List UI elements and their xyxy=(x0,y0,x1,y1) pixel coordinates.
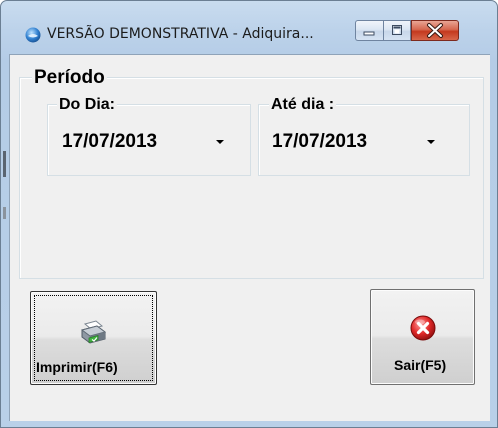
edge-mark xyxy=(3,207,6,219)
from-date-picker[interactable]: 17/07/2013 xyxy=(55,124,232,158)
app-window: VERSÃO DEMONSTRATIVA - Adiquira... Perío… xyxy=(0,0,498,428)
to-date-picker[interactable]: 17/07/2013 xyxy=(265,124,443,158)
dropdown-arrow-icon[interactable] xyxy=(427,140,435,144)
exit-button-label: Sair(F5) xyxy=(394,357,447,373)
periodo-label: Período xyxy=(32,67,107,88)
edge-mark xyxy=(3,151,6,177)
print-button-label: Imprimir(F6) xyxy=(36,359,118,375)
title-bar[interactable]: VERSÃO DEMONSTRATIVA - Adiquira... xyxy=(1,1,497,53)
print-button[interactable]: Imprimir(F6) xyxy=(30,291,157,385)
maximize-button[interactable] xyxy=(383,20,411,41)
window-title: VERSÃO DEMONSTRATIVA - Adiquira... xyxy=(47,26,314,42)
minimize-button[interactable] xyxy=(355,20,383,41)
to-date-label: Até dia : xyxy=(269,96,337,113)
close-icon xyxy=(427,23,443,38)
maximize-icon xyxy=(392,25,402,35)
app-globe-icon xyxy=(25,27,41,43)
printer-icon xyxy=(80,320,107,344)
dropdown-arrow-icon[interactable] xyxy=(216,140,224,144)
exit-button[interactable]: Sair(F5) xyxy=(370,289,475,385)
exit-icon xyxy=(410,315,436,341)
close-button[interactable] xyxy=(411,20,459,41)
minimize-icon xyxy=(363,31,375,36)
from-date-value: 17/07/2013 xyxy=(62,131,158,152)
to-date-value: 17/07/2013 xyxy=(272,131,368,152)
from-date-label: Do Dia: xyxy=(57,96,117,113)
